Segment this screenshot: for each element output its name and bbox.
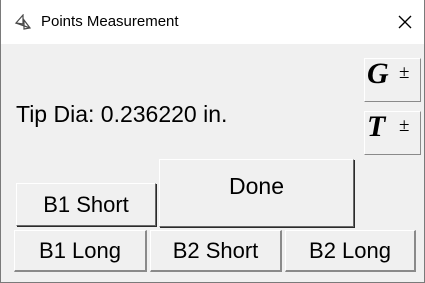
close-icon xyxy=(398,15,412,29)
close-button[interactable] xyxy=(387,6,423,38)
points-measurement-window: Points Measurement Tip Dia: 0.236220 in.… xyxy=(0,0,425,283)
plus-minus-icon: ± xyxy=(399,115,410,136)
b1-long-button[interactable]: B1 Long xyxy=(14,230,147,272)
t-letter: T xyxy=(367,111,386,143)
t-tolerance-button[interactable]: T ± xyxy=(364,111,421,155)
g-letter: G xyxy=(367,58,389,90)
plus-minus-icon: ± xyxy=(399,62,410,83)
b2-short-label: B2 Short xyxy=(172,237,259,263)
b2-short-button[interactable]: B2 Short xyxy=(150,230,282,272)
g-tolerance-button[interactable]: G ± xyxy=(364,58,421,102)
done-button[interactable]: Done xyxy=(159,159,354,227)
b1-short-label: B1 Short xyxy=(43,191,129,217)
window-title: Points Measurement xyxy=(41,13,179,30)
b1-short-button[interactable]: B1 Short xyxy=(16,183,156,226)
tip-diameter-label: Tip Dia: 0.236220 in. xyxy=(16,101,228,127)
b1-long-label: B1 Long xyxy=(39,237,121,263)
title-bar[interactable]: Points Measurement xyxy=(1,0,424,44)
b2-long-label: B2 Long xyxy=(309,237,391,263)
done-label: Done xyxy=(229,172,284,199)
b2-long-button[interactable]: B2 Long xyxy=(285,230,416,272)
points-measure-icon xyxy=(14,14,32,30)
